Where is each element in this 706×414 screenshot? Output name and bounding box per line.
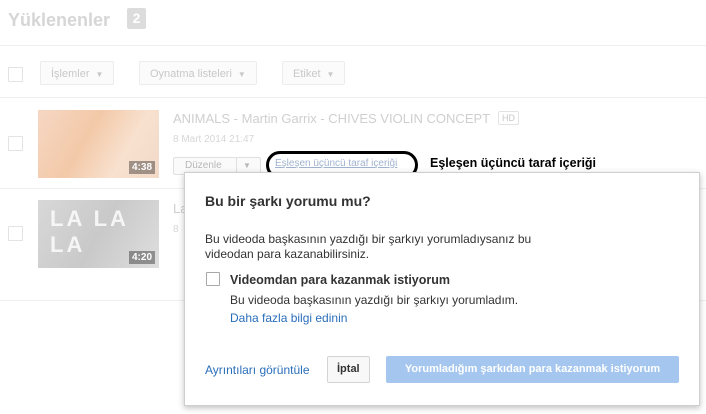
playlists-dropdown[interactable]: Oynatma listeleri ▼ xyxy=(139,61,257,85)
select-all-checkbox[interactable] xyxy=(8,67,23,82)
chevron-down-icon: ▼ xyxy=(95,70,104,79)
dialog-title: Bu bir şarkı yorumu mu? xyxy=(205,193,371,209)
divider xyxy=(0,97,706,98)
monetize-cover-button[interactable]: Yorumladığım şarkıdan para kazanmak isti… xyxy=(386,356,679,383)
tags-label: Etiket xyxy=(293,68,321,80)
monetize-option-label[interactable]: Videomdan para kazanmak istiyorum xyxy=(230,273,450,287)
chevron-down-icon: ▼ xyxy=(326,70,335,79)
video-row-checkbox[interactable] xyxy=(8,226,23,241)
dialog-description: Bu videoda başkasının yazdığı bir şarkıy… xyxy=(205,232,532,261)
playlists-label: Oynatma listeleri xyxy=(150,68,232,80)
tags-dropdown[interactable]: Etiket ▼ xyxy=(282,61,346,85)
cover-song-dialog: Bu bir şarkı yorumu mu? Bu videoda başka… xyxy=(184,172,700,406)
view-details-link[interactable]: Ayrıntıları görüntüle xyxy=(205,363,310,377)
video-duration: 4:38 xyxy=(128,161,155,174)
actions-dropdown[interactable]: İşlemler ▼ xyxy=(40,61,115,85)
actions-label: İşlemler xyxy=(51,68,90,80)
video-date: 8 xyxy=(173,224,179,235)
monetize-option-help: Bu videoda başkasının yazdığı bir şarkıy… xyxy=(230,293,519,307)
divider xyxy=(0,45,706,46)
monetize-checkbox[interactable] xyxy=(206,272,220,286)
video-row-checkbox[interactable] xyxy=(8,136,23,151)
annotation-callout: Eşleşen üçüncü taraf içeriği xyxy=(430,156,597,170)
page-title: Yüklenenler xyxy=(8,10,111,30)
cancel-button[interactable]: İptal xyxy=(327,356,370,383)
video-thumbnail[interactable]: 4:38 xyxy=(38,110,159,178)
video-thumbnail[interactable]: LA LA LA 4:20 xyxy=(38,200,159,268)
chevron-down-icon: ▼ xyxy=(237,70,246,79)
video-date: 8 Mart 2014 21:47 xyxy=(173,134,255,145)
uploads-count-badge: 2 xyxy=(127,8,146,29)
video-duration: 4:20 xyxy=(128,251,155,264)
hd-badge: HD xyxy=(498,111,519,125)
learn-more-link[interactable]: Daha fazla bilgi edinin xyxy=(230,311,347,325)
video-title[interactable]: ANIMALS - Martin Garrix - CHIVES VIOLIN … xyxy=(173,111,490,126)
